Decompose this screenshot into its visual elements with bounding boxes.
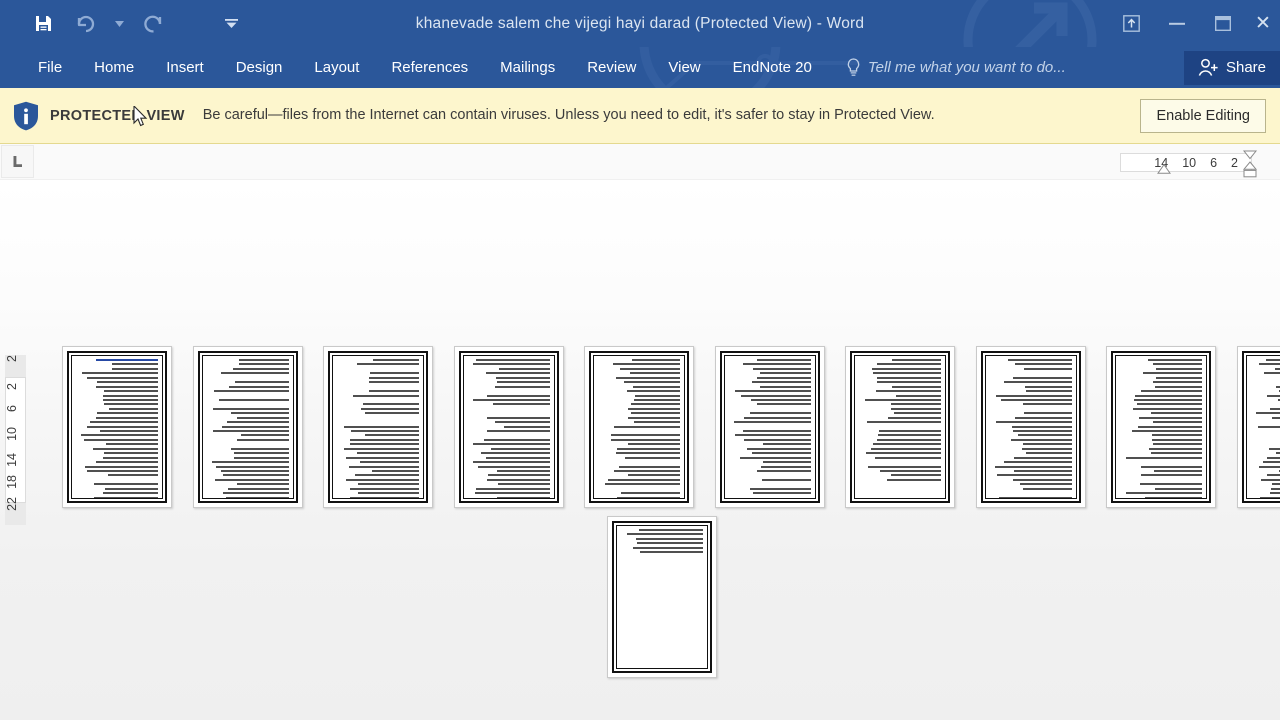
share-button[interactable]: Share — [1183, 50, 1280, 85]
ruler-row: 14 10 6 2 — [0, 144, 1280, 180]
tab-review[interactable]: Review — [571, 47, 652, 88]
ruler-number: 6 — [1210, 155, 1218, 170]
tab-layout[interactable]: Layout — [298, 47, 375, 88]
tell-me-placeholder: Tell me what you want to do... — [867, 59, 1066, 76]
vruler-number: 14 — [5, 453, 19, 467]
document-page[interactable] — [62, 346, 172, 508]
protected-view-message: Be careful—files from the Internet can c… — [202, 106, 935, 123]
tab-references[interactable]: References — [375, 47, 484, 88]
tab-endnote-20[interactable]: EndNote 20 — [717, 47, 828, 88]
title-bar: khanevade salem che vijegi hayi darad (P… — [0, 0, 1280, 47]
document-workspace[interactable]: 2 2 6 10 14 18 22 — [0, 180, 1280, 720]
protected-view-bar: PROTECTED VIEW Be careful—files from the… — [0, 88, 1280, 144]
document-page[interactable] — [1106, 346, 1216, 508]
restore-button[interactable] — [1200, 0, 1246, 47]
protected-view-label: PROTECTED VIEW — [50, 107, 185, 124]
mouse-cursor-icon — [133, 106, 148, 127]
document-page[interactable] — [192, 346, 303, 508]
vruler-number: 10 — [5, 427, 19, 441]
tab-design[interactable]: Design — [220, 47, 299, 88]
ribbon-display-options-button[interactable] — [1108, 0, 1154, 47]
document-page[interactable] — [1236, 346, 1280, 508]
minimize-button[interactable] — [1154, 0, 1200, 47]
save-button[interactable] — [22, 9, 64, 39]
tab-view[interactable]: View — [652, 47, 716, 88]
document-pages-row — [62, 346, 1280, 508]
share-person-icon — [1198, 58, 1218, 76]
vruler-number: 22 — [5, 497, 19, 511]
document-page[interactable] — [975, 346, 1086, 508]
vertical-ruler[interactable]: 2 2 6 10 14 18 22 — [5, 355, 26, 525]
document-page[interactable] — [714, 346, 825, 508]
vruler-number-top: 2 — [5, 355, 19, 362]
document-page[interactable] — [584, 346, 694, 508]
vruler-number: 6 — [5, 405, 19, 412]
tab-home[interactable]: Home — [78, 47, 150, 88]
undo-button[interactable] — [64, 9, 106, 39]
redo-button[interactable] — [132, 9, 174, 39]
close-button[interactable]: ✕ — [1246, 0, 1280, 47]
quick-access-toolbar — [0, 9, 252, 39]
document-page[interactable] — [323, 346, 433, 508]
undo-dropdown-icon[interactable] — [106, 9, 132, 39]
tab-insert[interactable]: Insert — [150, 47, 220, 88]
tab-mailings[interactable]: Mailings — [484, 47, 571, 88]
horizontal-ruler[interactable]: 14 10 6 2 — [1120, 153, 1252, 172]
tab-stop-selector-button[interactable] — [1, 145, 34, 178]
enable-editing-button[interactable]: Enable Editing — [1140, 98, 1266, 133]
shield-info-icon — [10, 101, 42, 131]
customize-quick-access-toolbar-button[interactable] — [210, 9, 252, 39]
first-line-indent-marker[interactable] — [1157, 164, 1171, 174]
share-label: Share — [1225, 59, 1266, 76]
window-controls: ✕ — [1108, 0, 1280, 47]
right-indent-marker[interactable] — [1242, 150, 1258, 178]
lightbulb-icon — [847, 58, 860, 76]
ruler-number: 10 — [1182, 155, 1197, 170]
left-tab-stop-icon — [13, 156, 22, 167]
vruler-number: 18 — [5, 475, 19, 489]
close-icon: ✕ — [1255, 13, 1271, 34]
ribbon-tab-bar: File Home Insert Design Layout Reference… — [0, 47, 1280, 88]
document-page[interactable] — [845, 346, 955, 508]
document-page-last[interactable] — [607, 516, 717, 678]
document-page[interactable] — [453, 346, 564, 508]
tell-me-search[interactable]: Tell me what you want to do... — [846, 58, 1066, 77]
tab-file[interactable]: File — [22, 47, 78, 88]
vruler-number: 2 — [5, 383, 19, 390]
